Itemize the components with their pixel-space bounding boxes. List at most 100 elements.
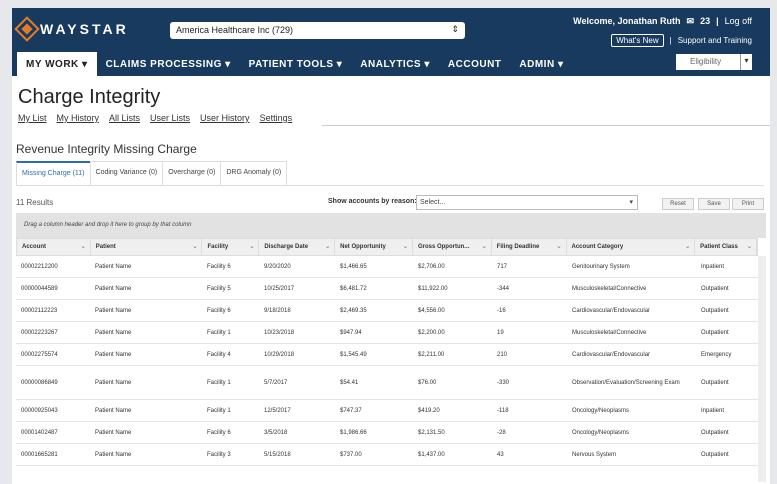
table-cell: -344 [497, 285, 510, 292]
nav-my-work[interactable]: MY WORK ▾ [17, 52, 97, 76]
table-cell: Outpatient [701, 329, 729, 336]
table-cell: Patient Name [95, 379, 132, 386]
separator: | [669, 36, 672, 45]
column-header[interactable]: Gross Opportun... ⌄ [413, 238, 492, 256]
dropdown-arrow-icon: ▾ [740, 54, 752, 70]
table-cell: $76.00 [418, 379, 437, 386]
brand-text: WAYSTAR [40, 21, 129, 37]
welcome-text: Welcome, Jonathan Ruth [573, 16, 681, 26]
reset-button[interactable]: Reset [662, 198, 694, 210]
table-cell: Facility 3 [207, 451, 231, 458]
table-cell: $1,545.49 [340, 351, 367, 358]
column-header[interactable]: Facility ⌄ [202, 238, 260, 256]
nav-claims-processing[interactable]: CLAIMS PROCESSING ▾ [97, 52, 240, 76]
app-window: WAYSTAR America Healthcare Inc (729) ⇕ We… [12, 8, 770, 484]
column-menu-icon[interactable]: ⌄ [747, 238, 752, 256]
waystar-logo[interactable]: WAYSTAR [14, 16, 129, 42]
nav-analytics[interactable]: ANALYTICS ▾ [351, 52, 439, 76]
column-label: Filing Deadline [496, 244, 540, 250]
table-cell: 00002212200 [21, 263, 58, 270]
table-cell: 00002275574 [21, 351, 58, 358]
header-links: What's New | Support and Training [611, 34, 752, 47]
mail-icon[interactable]: ✉ [687, 16, 695, 27]
tab-coding-variance[interactable]: Coding Variance (0) [89, 161, 164, 185]
subnav-my-list[interactable]: My List [18, 113, 47, 123]
column-header[interactable]: Discharge Date ⌄ [259, 238, 336, 256]
table-cell: 10/25/2017 [264, 285, 295, 292]
table-row[interactable]: 00000925043 Patient Name Facility 1 12/5/20… [16, 400, 758, 422]
dropdown-arrow-icon: ▾ [629, 199, 633, 206]
table-row[interactable]: 00002212200 Patient Name Facility 6 9/20/20… [16, 256, 758, 278]
column-menu-icon[interactable]: ⌄ [482, 238, 487, 256]
column-label: Gross Opportun... [417, 244, 470, 250]
print-button[interactable]: Print [732, 198, 764, 210]
table-cell: 12/5/2017 [264, 407, 291, 414]
organization-select[interactable]: America Healthcare Inc (729) ⇕ [170, 22, 465, 39]
table-cell: Outpatient [701, 285, 729, 292]
tab-drg-anomaly[interactable]: DRG Anomaly (0) [220, 161, 288, 185]
table-cell: Outpatient [701, 429, 729, 436]
tab-missing-charge[interactable]: Missing Charge (11) [16, 161, 91, 185]
tab-bar: Missing Charge (11) Coding Variance (0) … [16, 161, 764, 186]
table-row[interactable]: 00002275574 Patient Name Facility 4 10/29/2… [16, 344, 758, 366]
support-link[interactable]: Support and Training [678, 36, 752, 45]
tab-overcharge[interactable]: Overcharge (0) [162, 161, 222, 185]
table-row[interactable]: 00001665281 Patient Name Facility 3 5/15/20… [16, 444, 758, 466]
table-cell: 00000044589 [21, 285, 58, 292]
table-cell: Genitourinary System [572, 263, 630, 270]
table-cell: Outpatient [701, 379, 729, 386]
eligibility-select[interactable]: Eligibility ▾ [676, 54, 752, 70]
column-menu-icon[interactable]: ⌄ [403, 238, 408, 256]
column-header[interactable]: Net Opportunity ⌄ [335, 238, 413, 256]
logoff-link[interactable]: Log off [725, 16, 752, 27]
column-label: Patient [95, 244, 116, 250]
table-scrollbar[interactable] [758, 256, 766, 482]
subnav-all-lists[interactable]: All Lists [109, 113, 140, 123]
table-cell: 5/15/2018 [264, 451, 291, 458]
nav-account[interactable]: ACCOUNT [439, 52, 511, 76]
table-row[interactable]: 00002223267 Patient Name Facility 1 10/23/2… [16, 322, 758, 344]
table-cell: Observation/Evaluation/Screening Exam [572, 379, 680, 386]
table-row[interactable]: 00002112223 Patient Name Facility 6 9/18/20… [16, 300, 758, 322]
table-cell: Facility 6 [207, 263, 231, 270]
nav-admin[interactable]: ADMIN ▾ [510, 52, 572, 76]
reason-select[interactable]: Select... ▾ [416, 195, 638, 210]
column-header[interactable]: Account ⌄ [17, 238, 91, 256]
table-cell: 5/7/2017 [264, 379, 288, 386]
table-cell: $6,481.72 [340, 285, 367, 292]
divider [322, 125, 770, 126]
table-cell: 210 [497, 351, 508, 358]
column-header[interactable]: Account Category ⌄ [567, 238, 696, 256]
table-row[interactable]: 00001402487 Patient Name Facility 6 3/5/201… [16, 422, 758, 444]
column-menu-icon[interactable]: ⌄ [556, 238, 561, 256]
table-row[interactable]: 00000044589 Patient Name Facility 5 10/25/2… [16, 278, 758, 300]
nav-patient-tools[interactable]: PATIENT TOOLS ▾ [240, 52, 352, 76]
whats-new-button[interactable]: What's New [611, 34, 664, 47]
reason-value: Select... [420, 199, 446, 206]
column-menu-icon[interactable]: ⌄ [192, 238, 197, 256]
group-by-area[interactable]: Drag a column header and drop it here to… [16, 213, 766, 238]
table-row[interactable]: 00000086849 Patient Name Facility 1 5/7/201… [16, 366, 758, 400]
mail-count[interactable]: 23 [700, 16, 710, 27]
column-menu-icon[interactable]: ⌄ [325, 238, 330, 256]
column-header[interactable]: Patient Class ⌄ [695, 238, 757, 256]
column-header[interactable]: Filing Deadline ⌄ [492, 238, 567, 256]
subnav-user-history[interactable]: User History [200, 113, 250, 123]
table-cell: -16 [497, 307, 506, 314]
table-cell: 10/23/2018 [264, 329, 295, 336]
table-cell: Oncology/Neoplasms [572, 429, 630, 436]
table-cell: 9/18/2018 [264, 307, 291, 314]
subnav-user-lists[interactable]: User Lists [150, 113, 190, 123]
column-menu-icon[interactable]: ⌄ [685, 238, 690, 256]
column-header[interactable]: Patient ⌄ [91, 238, 203, 256]
table-cell: Nervous System [572, 451, 617, 458]
save-button[interactable]: Save [698, 198, 730, 210]
column-menu-icon[interactable]: ⌄ [81, 238, 86, 256]
table-cell: $737.00 [340, 451, 362, 458]
table-cell: 717 [497, 263, 508, 270]
column-menu-icon[interactable]: ⌄ [249, 238, 254, 256]
subnav-settings[interactable]: Settings [260, 113, 293, 123]
table-cell: Emergency [701, 351, 732, 358]
column-label: Account Category [571, 244, 624, 250]
subnav-my-history[interactable]: My History [57, 113, 100, 123]
